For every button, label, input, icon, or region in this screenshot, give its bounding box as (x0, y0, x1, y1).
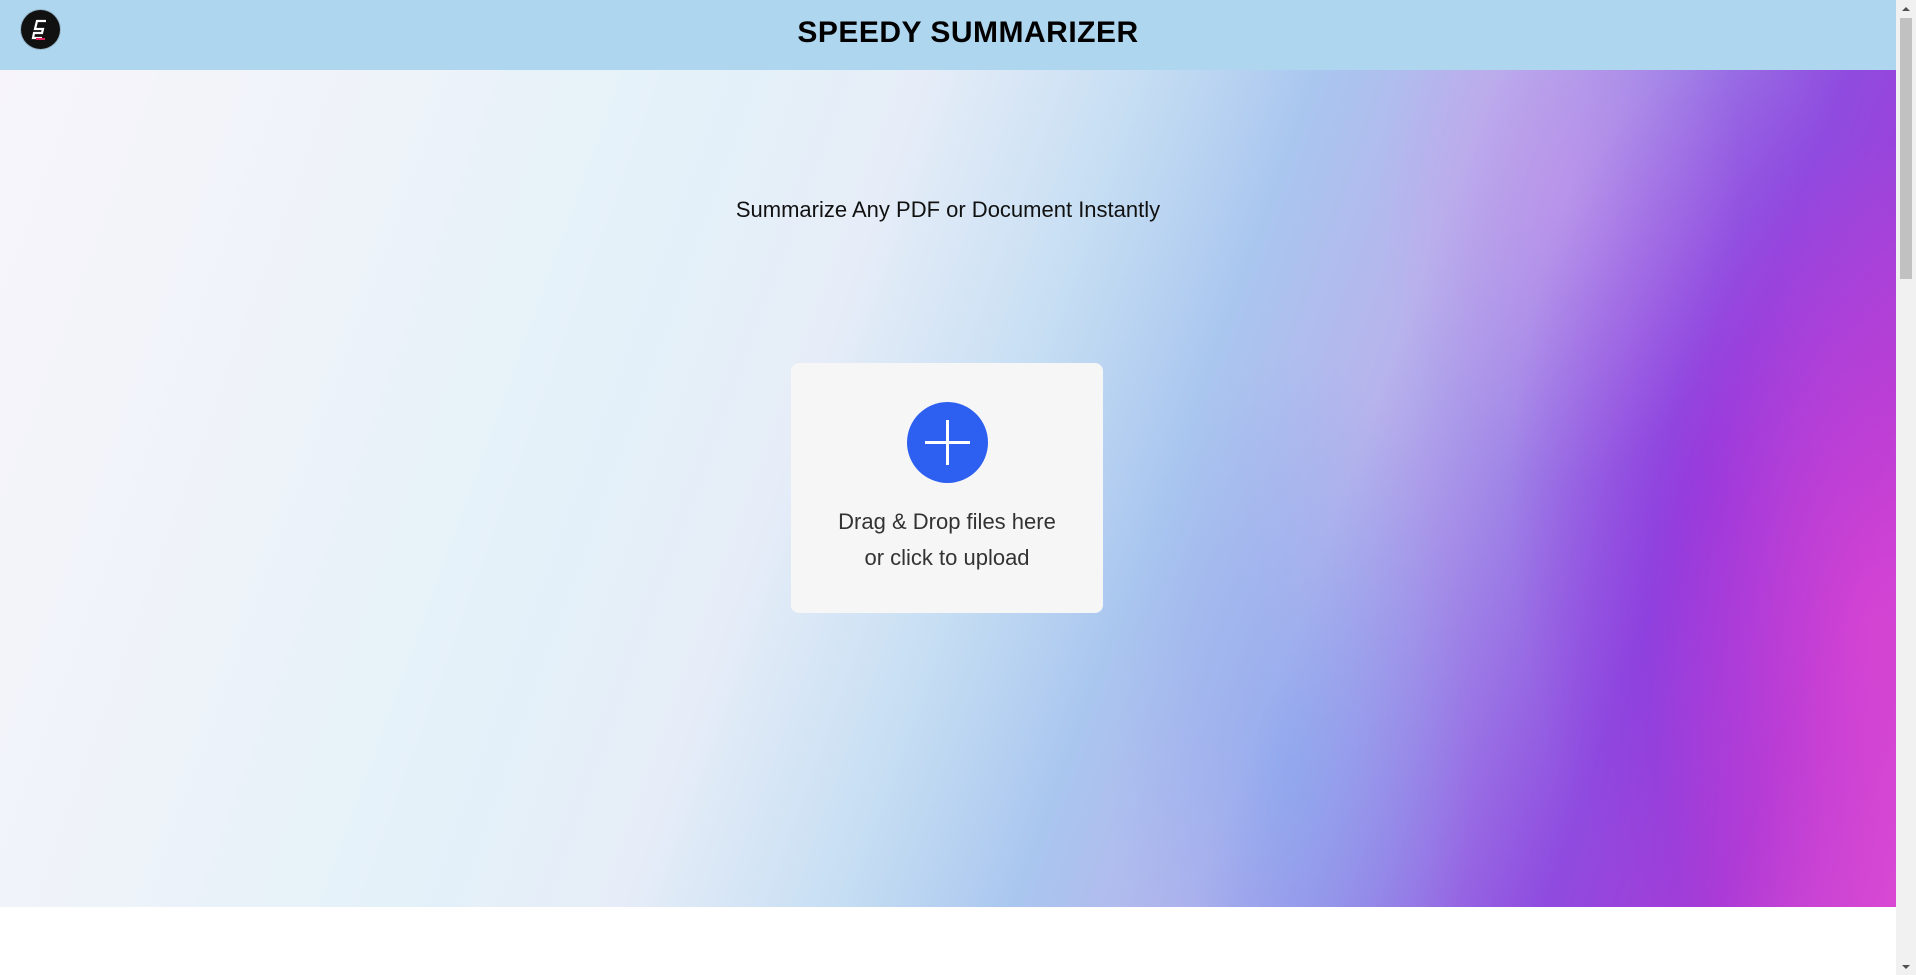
upload-instruction-line2: or click to upload (864, 545, 1030, 570)
page: SPEEDY SUMMARIZER Summarize Any PDF or D… (0, 0, 1916, 975)
file-upload-dropzone[interactable]: Drag & Drop files here or click to uploa… (791, 363, 1103, 613)
upload-instruction-line1: Drag & Drop files here (838, 509, 1056, 534)
footer-area (0, 907, 1896, 975)
app-header: SPEEDY SUMMARIZER (0, 0, 1896, 70)
scrollbar-thumb[interactable] (1900, 18, 1912, 279)
scroll-up-arrow-icon[interactable] (1896, 0, 1916, 17)
vertical-scrollbar[interactable] (1896, 0, 1916, 975)
plus-circle-icon[interactable] (907, 402, 988, 483)
scroll-down-arrow-icon[interactable] (1896, 958, 1916, 975)
viewport: SPEEDY SUMMARIZER Summarize Any PDF or D… (0, 0, 1896, 975)
hero-tagline: Summarize Any PDF or Document Instantly (735, 197, 1161, 222)
app-title: SPEEDY SUMMARIZER (797, 16, 1139, 49)
hero-section: Summarize Any PDF or Document Instantly … (0, 70, 1896, 907)
